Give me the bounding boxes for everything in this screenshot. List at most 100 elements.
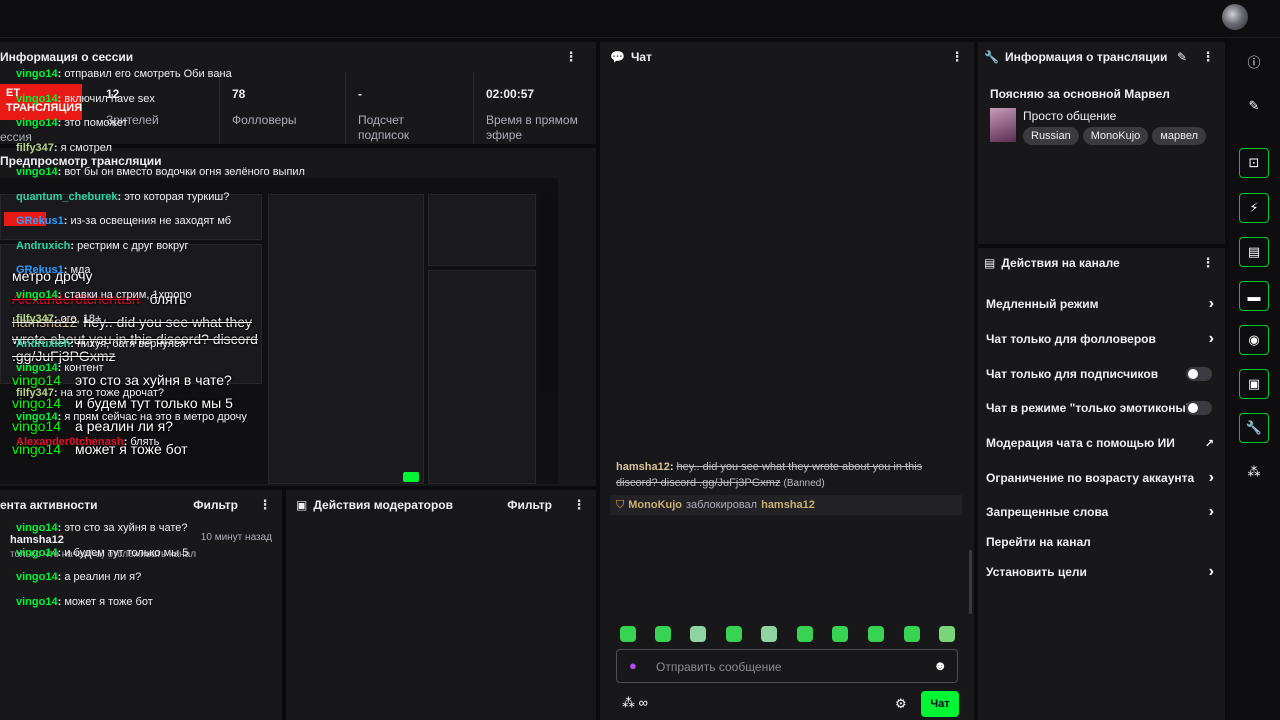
microphone-icon[interactable]: ● [629, 658, 637, 673]
wrench-icon[interactable]: 🔧 [1239, 413, 1269, 443]
action-subscribers-only[interactable]: Чат только для подписчиков [978, 359, 1224, 389]
chat-message: filfy347: ого, 18+ [16, 313, 102, 325]
chat-username[interactable]: quantum_cheburek [16, 191, 117, 203]
channel-actions-more-icon[interactable]: ⋮ [1201, 255, 1215, 271]
emote-only-toggle[interactable] [1186, 401, 1212, 415]
mod-filter-button[interactable]: Фильтр [507, 498, 552, 512]
emote-icon[interactable] [832, 626, 848, 642]
activity-filter-button[interactable]: Фильтр [193, 498, 238, 512]
stream-info-more-icon[interactable]: ⋮ [1201, 49, 1215, 65]
chat-username[interactable]: vingo14 [16, 522, 58, 534]
chat-username[interactable]: vingo14 [16, 68, 58, 80]
action-label: Чат только для подписчиков [986, 367, 1159, 381]
emote-icon[interactable] [761, 626, 777, 642]
stream-tag[interactable]: Russian [1023, 127, 1079, 145]
chat-username[interactable]: vingo14 [16, 166, 58, 178]
chat-username[interactable]: vingo14 [16, 93, 58, 105]
stream-category[interactable]: Просто общение [1023, 109, 1116, 123]
chat-text: я прям сейчас на это в метро дрочу [64, 411, 247, 423]
chat-username[interactable]: filfy347 [16, 142, 54, 154]
activity-user[interactable]: hamsha12 [10, 534, 64, 546]
chat-username[interactable]: hamsha12 [616, 461, 670, 473]
stat-subscriptions: - Подсчет подписок [348, 72, 474, 144]
stream-tag[interactable]: марвел [1152, 127, 1206, 145]
chat-scrollbar[interactable] [969, 550, 972, 614]
chat-text: контент [64, 362, 104, 374]
action-banned-words[interactable]: Запрещенные слова › [978, 497, 1224, 527]
user-avatar[interactable] [1222, 4, 1248, 30]
chat-message: vingo14: ставки на стрим, 1xmono [16, 288, 192, 301]
chevron-right-icon: › [1208, 503, 1214, 520]
stat-label: Подсчет подписок [358, 113, 410, 142]
mod-notice-mod[interactable]: MonoKujo [628, 499, 682, 511]
session-more-icon[interactable]: ⋮ [564, 49, 578, 65]
subscribers-only-toggle[interactable] [1186, 367, 1212, 381]
chat-username[interactable]: vingo14 [16, 289, 58, 301]
chat-message: vingo14: это поможет [16, 117, 128, 129]
chat-username[interactable]: Andruxich [16, 338, 70, 350]
action-label: Чат только для фолловеров [986, 332, 1156, 346]
mod-more-icon[interactable]: ⋮ [572, 497, 586, 513]
pencil-icon[interactable]: ✎ [1239, 91, 1269, 121]
emote-icon[interactable] [690, 626, 706, 642]
chat-send-button[interactable]: Чат [921, 691, 959, 717]
chat-settings-icon[interactable]: ⚙ [895, 696, 907, 712]
chat-username[interactable]: filfy347 [16, 313, 54, 325]
emoji-icon[interactable]: ☻ [933, 658, 947, 673]
emote-icon[interactable] [939, 626, 955, 642]
broadcast-icon[interactable]: ◉ [1239, 325, 1269, 355]
stream-tag[interactable]: MonoKujo [1082, 127, 1149, 145]
channel-actions-panel: ▤ Действия на канале ⋮ Медленный режим ›… [978, 248, 1225, 720]
clip-icon[interactable]: ⊡ [1239, 148, 1269, 178]
chat-banned-text: hey.. did you see what they wrote about … [676, 461, 923, 473]
stat-value: 02:00:57 [486, 87, 535, 101]
edit-icon[interactable]: ✎ [1177, 50, 1187, 64]
action-go-to-channel[interactable]: Перейти на канал [978, 527, 1224, 557]
action-account-age[interactable]: Ограничение по возрасту аккаунта › [978, 463, 1224, 493]
chat-banned-tag: (Banned) [783, 478, 825, 489]
channel-points[interactable]: ⁂ ∞ [622, 695, 648, 711]
activity-more-icon[interactable]: ⋮ [258, 497, 272, 513]
action-ai-moderation[interactable]: Модерация чата с помощью ИИ ↗ [978, 428, 1224, 458]
chat-more-icon[interactable]: ⋮ [950, 49, 964, 65]
emote-icon[interactable] [726, 626, 742, 642]
action-followers-only[interactable]: Чат только для фолловеров › [978, 324, 1224, 354]
session-info-title: Информация о сессии [0, 50, 134, 64]
chat-username[interactable]: vingo14 [16, 362, 58, 374]
chat-username[interactable]: vingo14 [16, 117, 58, 129]
chat-text: включил have sex [64, 92, 155, 105]
emote-icon[interactable] [655, 626, 671, 642]
category-thumbnail[interactable] [990, 108, 1016, 142]
chat-username[interactable]: vingo14 [16, 571, 58, 583]
document-icon[interactable]: ▤ [1239, 237, 1269, 267]
chat-username[interactable]: vingo14 [16, 547, 58, 559]
emote-icon[interactable] [797, 626, 813, 642]
chat-username[interactable]: GRekus1 [16, 215, 64, 227]
camera-icon[interactable]: ▣ [1239, 369, 1269, 399]
chat-username[interactable]: vingo14 [16, 596, 58, 608]
add-action-icon[interactable]: ⁂ [1239, 457, 1269, 487]
emote-icon[interactable] [620, 626, 636, 642]
chat-username[interactable]: vingo14 [16, 411, 58, 423]
mod-notice-action: заблокировал [686, 499, 758, 511]
action-slow-mode[interactable]: Медленный режим › [978, 289, 1224, 319]
emote-icon[interactable] [904, 626, 920, 642]
info-icon[interactable]: ⓘ [1239, 46, 1269, 76]
chat-username[interactable]: Andruxich [16, 240, 70, 252]
action-set-goals[interactable]: Установить цели › [978, 557, 1224, 587]
lightning-icon[interactable]: ⚡ [1239, 193, 1269, 223]
chat-text: и будем тут только мы 5 [64, 546, 189, 559]
chat-input[interactable]: ● Отправить сообщение ☻ [616, 649, 958, 683]
chat-username[interactable]: filfy347 [16, 387, 54, 399]
chat-username[interactable]: GRekus1 [16, 264, 64, 276]
chat-text: мда [70, 264, 91, 276]
chat-text: ого, 18+ [60, 313, 102, 325]
chat-icon: 💬 [610, 50, 625, 64]
action-emote-only[interactable]: Чат в режиме "только эмотиконы" [978, 393, 1224, 423]
emote-icon[interactable] [868, 626, 884, 642]
mod-notice-target[interactable]: hamsha12 [761, 499, 815, 511]
chat-message: Andruxich: рестрим с друг вокруг [16, 239, 189, 252]
chat-text: на это тоже дрочат? [60, 386, 164, 399]
chat-bubble-icon[interactable]: ▬ [1239, 281, 1269, 311]
chat-username[interactable]: Alexander0tchenash [16, 436, 124, 448]
